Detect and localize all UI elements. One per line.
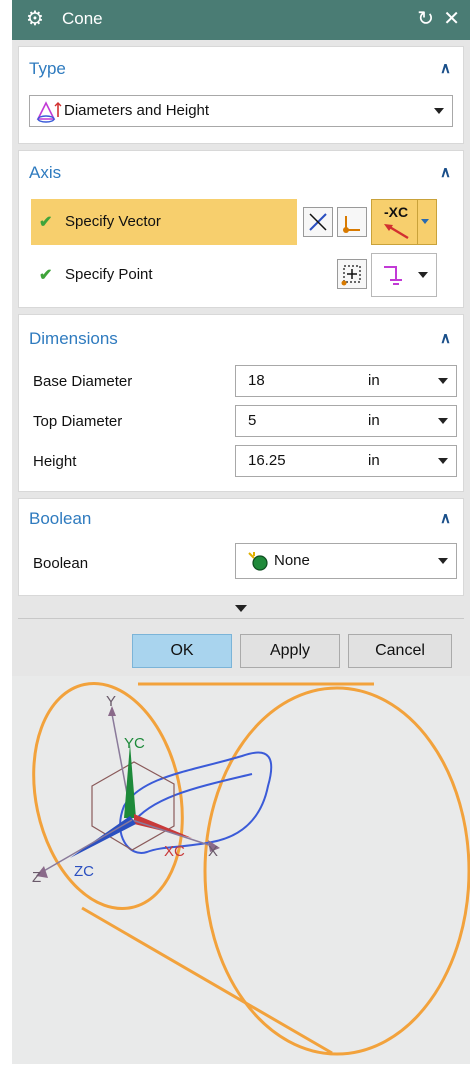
collapse-dimensions-icon[interactable]: ∧ [440, 329, 451, 347]
base-diameter-label: Base Diameter [33, 373, 133, 390]
reset-icon[interactable]: ↻ [417, 6, 434, 31]
type-section-title: Type [29, 59, 66, 78]
base-diameter-field[interactable]: 18 in [235, 365, 457, 397]
ok-button[interactable]: OK [132, 634, 232, 668]
more-options-icon[interactable] [235, 605, 247, 612]
cone-base-circle [203, 686, 470, 1056]
cancel-button[interactable]: Cancel [348, 634, 452, 668]
gear-icon[interactable]: ⚙ [26, 8, 44, 30]
boolean-select[interactable]: None [235, 543, 457, 579]
boolean-select-value: None [274, 552, 310, 569]
cone-dialog: ⚙ Cone ↻ ✕ Type ∧ Diameters and Height A… [12, 0, 470, 1064]
check-icon: ✔ [39, 214, 53, 231]
chevron-down-icon [434, 108, 444, 114]
specify-point-label: Specify Point [65, 266, 153, 283]
type-select-value: Diameters and Height [64, 102, 210, 119]
yc-axis-label: YC [124, 735, 145, 752]
boolean-section: Boolean ∧ Boolean None [18, 498, 464, 596]
dialog-titlebar: ⚙ Cone ↻ ✕ [12, 0, 470, 40]
vector-type-dropdown[interactable]: -XC [371, 199, 437, 245]
chevron-down-icon [438, 458, 448, 464]
check-icon: ✔ [39, 267, 53, 284]
vector-inference-icon [309, 213, 327, 231]
type-select[interactable]: Diameters and Height [29, 95, 453, 127]
base-diameter-unit: in [368, 372, 380, 389]
z-axis-label: Z [32, 869, 41, 886]
top-diameter-value: 5 [248, 412, 257, 429]
inferred-vector-button[interactable] [303, 207, 333, 237]
top-diameter-label: Top Diameter [33, 413, 123, 430]
boolean-label: Boolean [33, 555, 89, 572]
specify-vector-label: Specify Vector [65, 213, 161, 230]
point-dialog-button[interactable] [337, 259, 367, 289]
chevron-down-icon [418, 272, 428, 278]
chevron-down-icon [438, 558, 448, 564]
zc-axis-label: ZC [74, 863, 94, 880]
cone-bottom-edge [81, 906, 333, 1055]
divider [18, 618, 464, 619]
cone-type-icon [36, 101, 62, 123]
boolean-none-icon [248, 552, 268, 571]
x-axis-label: X [208, 843, 218, 860]
boolean-section-title: Boolean [29, 509, 92, 528]
chevron-down-icon [438, 418, 448, 424]
height-unit: in [368, 452, 380, 469]
dimensions-section-title: Dimensions [29, 329, 118, 348]
chevron-down-icon [438, 378, 448, 384]
blue-curve [119, 751, 273, 854]
height-value: 16.25 [248, 452, 286, 469]
point-type-icon [384, 266, 402, 285]
blue-curve-inner [131, 773, 253, 825]
collapse-axis-icon[interactable]: ∧ [440, 163, 451, 181]
collapse-boolean-icon[interactable]: ∧ [440, 509, 451, 527]
height-field[interactable]: 16.25 in [235, 445, 457, 477]
y-axis-label: Y [106, 693, 116, 710]
specify-vector-row[interactable]: ✔ Specify Vector [31, 199, 297, 245]
vector-dialog-button[interactable] [337, 207, 367, 237]
collapse-type-icon[interactable]: ∧ [440, 59, 451, 77]
vector-option-label: -XC [384, 204, 409, 220]
height-label: Height [33, 453, 77, 470]
dialog-title: Cone [62, 9, 103, 28]
point-type-dropdown[interactable] [371, 253, 437, 297]
dimensions-section: Dimensions ∧ Base Diameter 18 in Top Dia… [18, 314, 464, 492]
top-diameter-field[interactable]: 5 in [235, 405, 457, 437]
viewport-canvas: Y YC XC X ZC Z [32, 681, 470, 1056]
chevron-down-icon [417, 200, 432, 244]
yc-axis-arrow [124, 744, 136, 818]
axis-section: Axis ∧ ✔ Specify Vector -XC ✔ Specify Po… [18, 150, 464, 308]
negative-xc-arrow-icon [384, 224, 409, 240]
point-constructor-icon [341, 265, 361, 286]
apply-button[interactable]: Apply [240, 634, 340, 668]
vector-constructor-icon [343, 216, 360, 233]
axis-section-title: Axis [29, 163, 62, 182]
close-icon[interactable]: ✕ [443, 6, 460, 31]
base-diameter-value: 18 [248, 372, 265, 389]
graphics-viewport[interactable]: Y YC XC X ZC Z [12, 676, 470, 1064]
type-section: Type ∧ Diameters and Height [18, 46, 464, 144]
xc-axis-label: XC [164, 843, 185, 860]
top-diameter-unit: in [368, 412, 380, 429]
